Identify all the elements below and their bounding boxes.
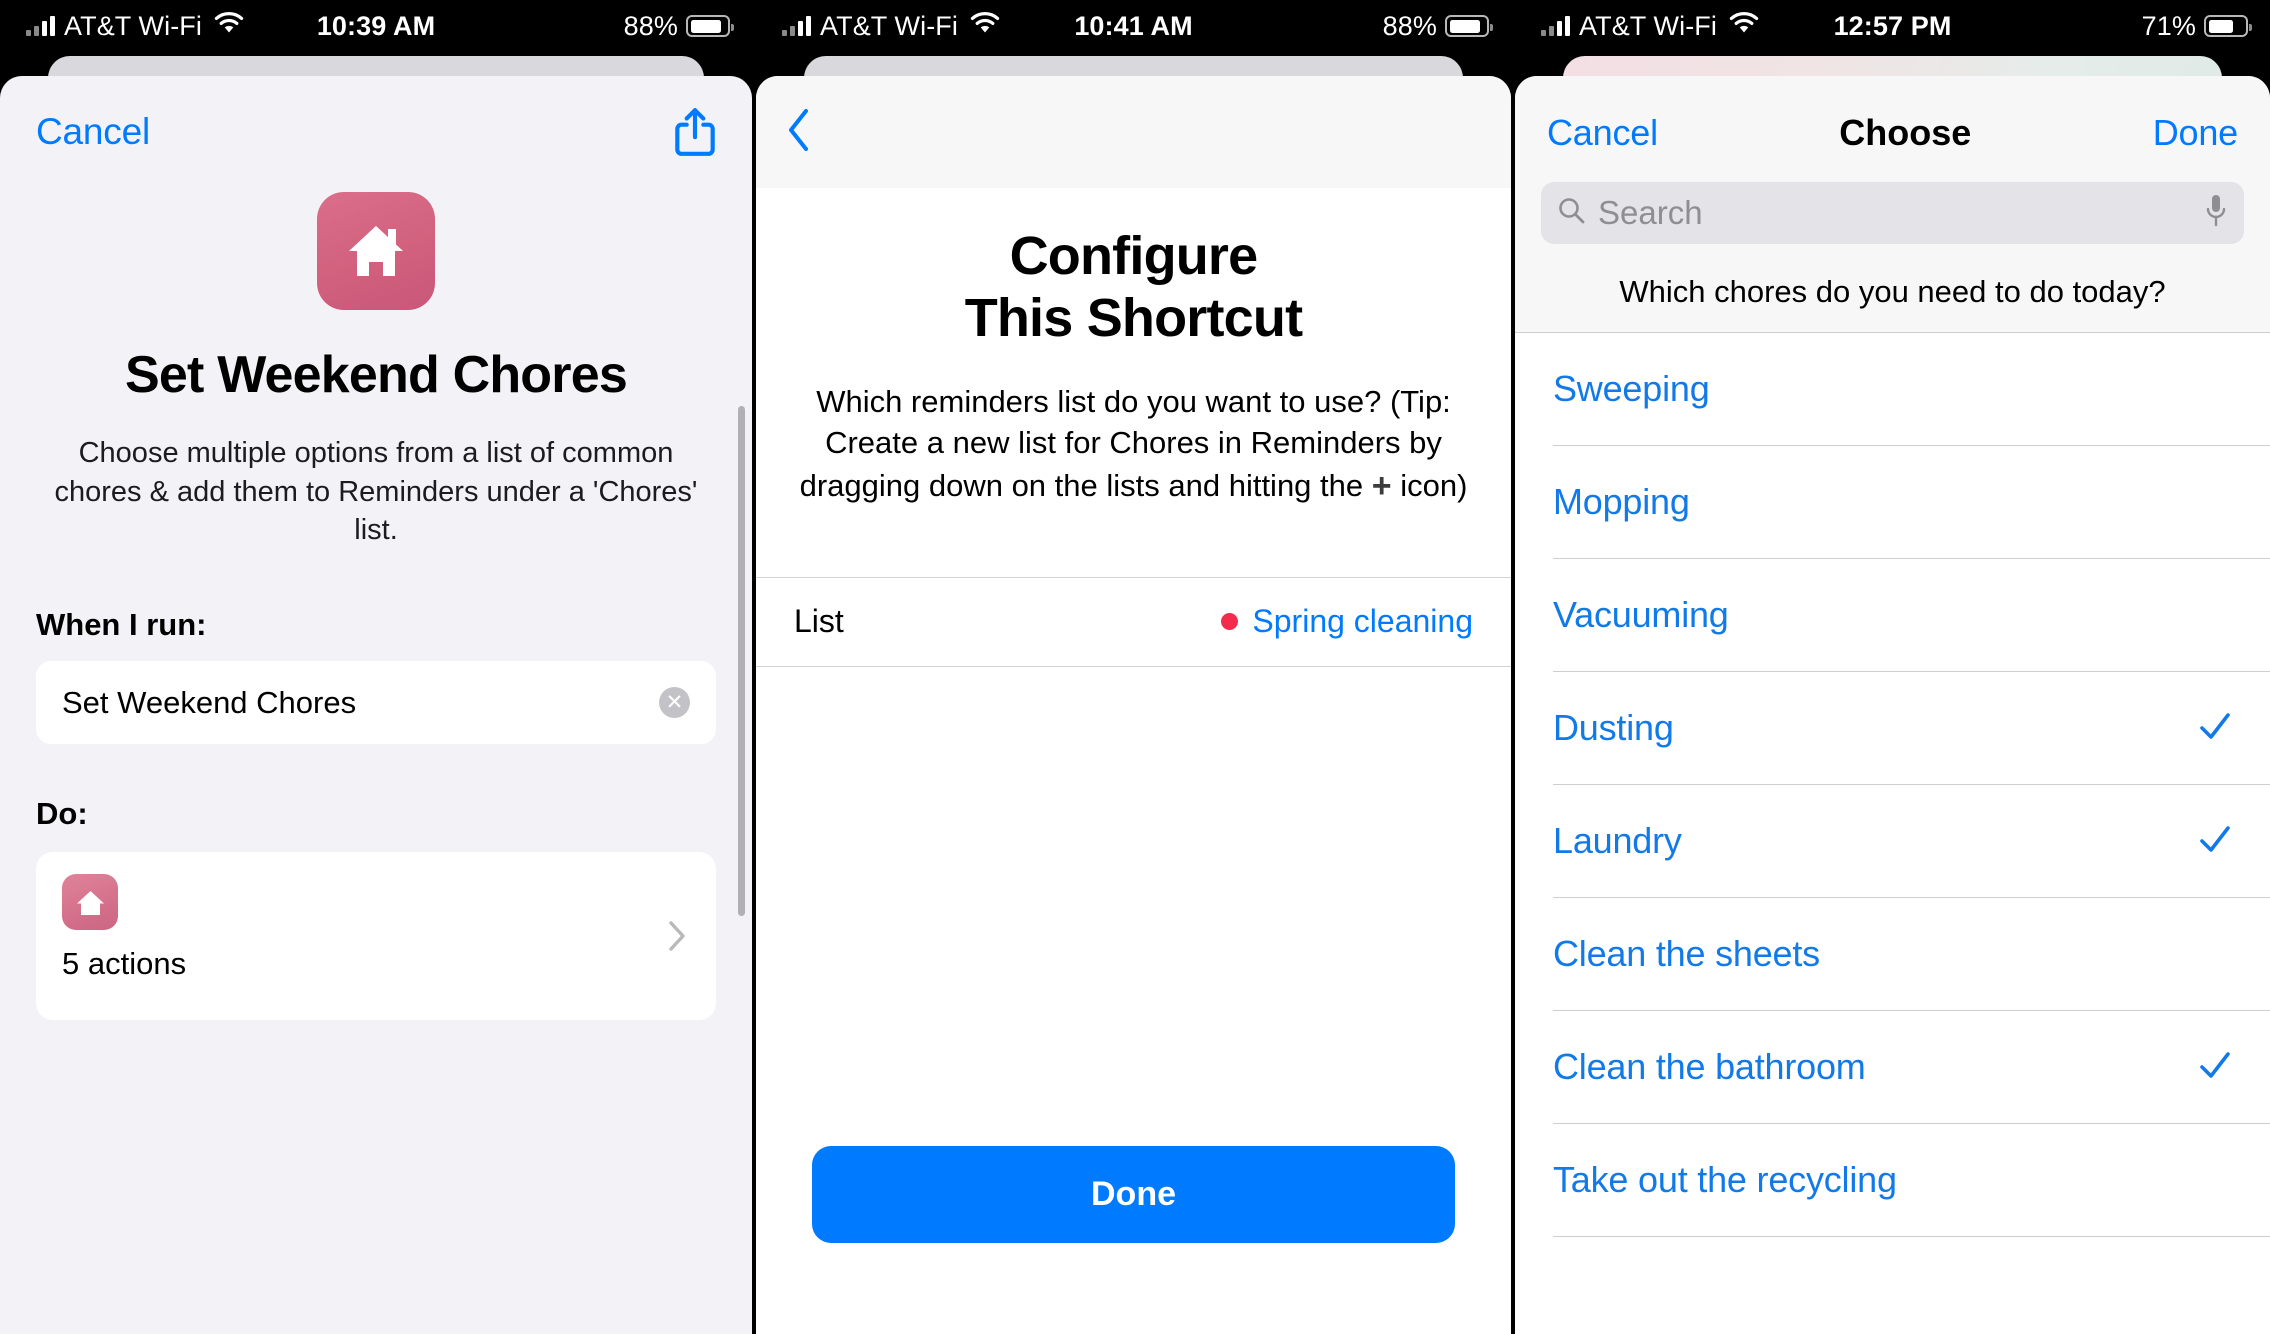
choices-list: Sweeping Mopping Vacuuming Dusting Laund… — [1515, 332, 2270, 1237]
shortcut-icon-wrap — [0, 192, 752, 310]
choose-prompt: Which chores do you need to do today? — [1619, 274, 2166, 309]
status-bar-left: AT&T Wi-Fi — [756, 11, 1001, 42]
house-icon — [317, 192, 435, 310]
panel-shortcut-detail: AT&T Wi-Fi 10:39 AM 88% Cancel Set Weeke… — [0, 0, 752, 1334]
choice-label: Clean the bathroom — [1553, 1046, 1866, 1087]
cellular-signal-icon — [1541, 16, 1570, 36]
three-panel-screenshot: AT&T Wi-Fi 10:39 AM 88% Cancel Set Weeke… — [0, 0, 2270, 1334]
shortcut-name-value: Set Weekend Chores — [62, 684, 357, 720]
page-title: Choose — [1839, 112, 1972, 153]
list-item[interactable]: Clean the bathroom — [1515, 1037, 2270, 1097]
carrier-label: AT&T Wi-Fi — [820, 10, 958, 41]
list-setting-label: List — [794, 603, 844, 640]
status-bar-panel2: AT&T Wi-Fi 10:41 AM 88% — [756, 0, 1511, 52]
list-color-dot-icon — [1221, 613, 1239, 631]
done-button[interactable]: Done — [2153, 112, 2238, 154]
sheet-toolbar: Cancel — [0, 76, 752, 158]
list-setting-value-wrap[interactable]: Spring cleaning — [1221, 603, 1473, 640]
when-i-run-label: When I run: — [36, 607, 207, 643]
wifi-icon — [1728, 11, 1760, 42]
wifi-icon — [969, 11, 1001, 42]
status-bar-left: AT&T Wi-Fi — [1515, 11, 1760, 42]
cellular-signal-icon — [782, 16, 811, 36]
panel-choose-chores: AT&T Wi-Fi 12:57 PM 71% Cancel Choose Do… — [1515, 0, 2270, 1334]
list-item[interactable]: Mopping — [1515, 472, 2270, 532]
choice-label: Mopping — [1553, 481, 1690, 522]
actions-count-label: 5 actions — [62, 946, 187, 982]
choice-label: Dusting — [1553, 707, 1674, 748]
list-item[interactable]: Take out the recycling — [1515, 1150, 2270, 1210]
page-title-line2: This Shortcut — [964, 287, 1303, 348]
share-icon[interactable] — [674, 106, 716, 158]
list-divider — [1553, 1236, 2270, 1237]
page-title: Set Weekend Chores — [125, 346, 628, 404]
battery-percent-label: 71% — [2141, 10, 2196, 41]
choose-sheet: Cancel Choose Done Search Which chores d… — [1515, 76, 2270, 1334]
status-bar-right: 71% — [2142, 11, 2270, 42]
cancel-button[interactable]: Cancel — [36, 111, 150, 153]
chevron-left-icon[interactable] — [786, 108, 810, 157]
configure-description: Which reminders list do you want to use?… — [756, 381, 1511, 509]
nav-row: Cancel Choose Done — [1515, 102, 2270, 164]
status-bar-left: AT&T Wi-Fi — [0, 11, 245, 42]
clear-field-icon[interactable]: ✕ — [659, 687, 690, 719]
page-title-line1: Configure — [1009, 226, 1259, 286]
plus-icon: + — [1371, 466, 1392, 505]
choice-label: Clean the sheets — [1553, 933, 1820, 974]
navigation-bar-panel3: Cancel Choose Done Search Which chores d… — [1515, 76, 2270, 332]
list-top-spacer — [1515, 333, 2270, 359]
house-icon — [62, 874, 118, 931]
done-button[interactable]: Done — [812, 1146, 1455, 1243]
list-setting-row[interactable]: List Spring cleaning — [756, 578, 1511, 666]
choice-label: Sweeping — [1553, 368, 1710, 409]
configure-description-part1: Which reminders list do you want to use?… — [799, 384, 1451, 503]
status-bar-panel3: AT&T Wi-Fi 12:57 PM 71% — [1515, 0, 2270, 52]
wifi-icon — [213, 11, 245, 42]
list-item[interactable]: Clean the sheets — [1515, 924, 2270, 984]
battery-icon — [686, 15, 734, 37]
status-bar-right: 88% — [624, 11, 752, 42]
choice-label: Laundry — [1553, 820, 1682, 861]
divider-bottom — [756, 665, 1511, 667]
battery-percent-label: 88% — [1382, 10, 1437, 41]
do-label: Do: — [36, 796, 88, 832]
shortcut-description: Choose multiple options from a list of c… — [54, 437, 698, 546]
search-placeholder: Search — [1598, 194, 1703, 231]
cancel-button[interactable]: Cancel — [1547, 112, 1658, 154]
navigation-bar-panel2 — [756, 76, 1511, 188]
search-icon — [1557, 196, 1586, 230]
cellular-signal-icon — [26, 16, 55, 36]
list-setting-value: Spring cleaning — [1252, 603, 1473, 640]
shortcut-detail-sheet: Cancel Set Weekend Chores Choose multipl… — [0, 76, 752, 1334]
choice-label: Vacuuming — [1553, 594, 1729, 635]
list-item[interactable]: Laundry — [1515, 811, 2270, 871]
battery-icon — [1445, 15, 1493, 37]
configure-sheet: Configure This Shortcut Which reminders … — [756, 76, 1511, 1334]
search-input[interactable]: Search — [1541, 182, 2244, 244]
battery-icon — [2204, 15, 2252, 37]
checkmark-icon — [2198, 822, 2232, 861]
page-title: Configure This Shortcut — [756, 226, 1511, 349]
status-bar-panel1: AT&T Wi-Fi 10:39 AM 88% — [0, 0, 752, 52]
list-item[interactable]: Dusting — [1515, 698, 2270, 758]
actions-card[interactable]: 5 actions — [36, 852, 716, 1021]
status-bar-right: 88% — [1383, 11, 1511, 42]
vertical-scrollbar-panel1[interactable] — [738, 406, 745, 916]
configure-description-part2: icon) — [1391, 467, 1468, 503]
battery-percent-label: 88% — [623, 10, 678, 41]
carrier-label: AT&T Wi-Fi — [64, 10, 202, 41]
configure-body: Configure This Shortcut Which reminders … — [756, 188, 1511, 1334]
panel-configure-shortcut: AT&T Wi-Fi 10:41 AM 88% Configure This S… — [756, 0, 1511, 1334]
list-item[interactable]: Sweeping — [1515, 359, 2270, 419]
choice-label: Take out the recycling — [1553, 1159, 1897, 1200]
microphone-icon[interactable] — [2204, 193, 2228, 234]
checkmark-icon — [2198, 709, 2232, 748]
shortcut-name-field[interactable]: Set Weekend Chores ✕ — [36, 661, 716, 745]
carrier-label: AT&T Wi-Fi — [1579, 10, 1717, 41]
checkmark-icon — [2198, 1048, 2232, 1087]
list-item[interactable]: Vacuuming — [1515, 585, 2270, 645]
list-setting-group: List Spring cleaning — [756, 576, 1511, 667]
